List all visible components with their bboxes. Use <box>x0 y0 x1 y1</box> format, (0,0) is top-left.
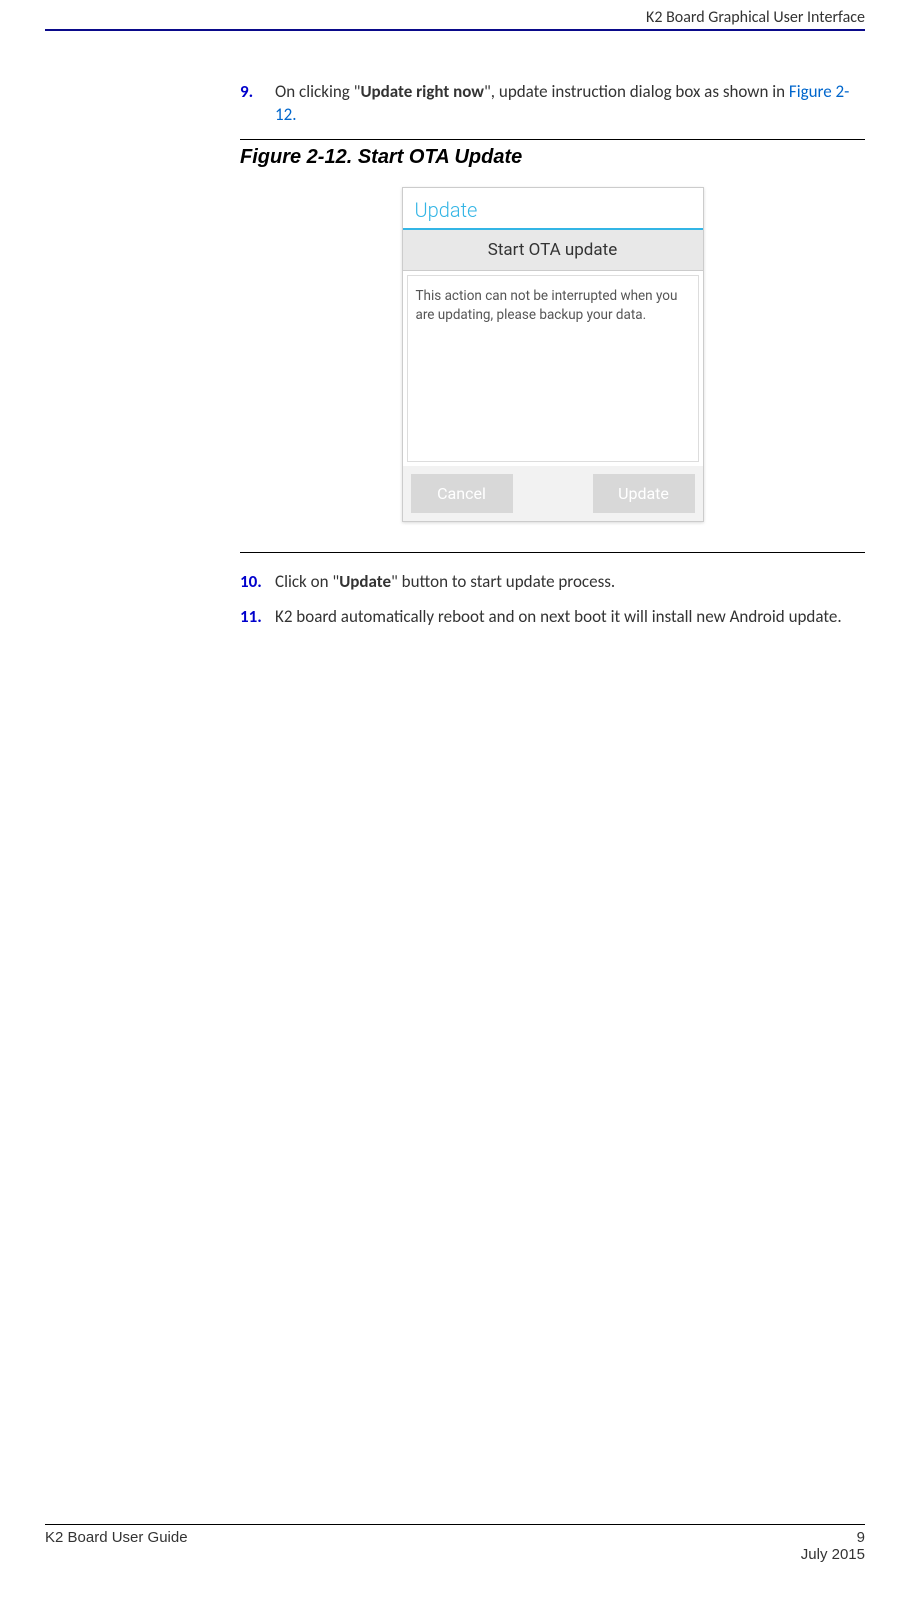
header-rule <box>45 29 865 31</box>
page-header: K2 Board Graphical User Interface <box>0 0 910 29</box>
screenshot-container: Update Start OTA update This action can … <box>240 187 865 522</box>
figure-rule-top <box>240 139 865 140</box>
figure-caption: Figure 2-12. Start OTA Update <box>240 146 865 169</box>
screenshot-dialog-body: This action can not be interrupted when … <box>407 275 699 462</box>
step-number: 10. <box>240 571 275 594</box>
step-text-part: On clicking " <box>275 81 360 102</box>
footer-rule <box>45 1524 865 1525</box>
cancel-button[interactable]: Cancel <box>411 474 513 513</box>
update-button[interactable]: Update <box>593 474 695 513</box>
footer-doc-title: K2 Board User Guide <box>45 1529 188 1563</box>
screenshot-app-header: Update <box>403 188 703 230</box>
figure-rule-bottom <box>240 552 865 553</box>
step-text-part: Click on " <box>275 571 339 592</box>
screenshot-app-title: Update <box>415 198 478 222</box>
step-9: 9. On clicking "Update right now", updat… <box>240 81 865 127</box>
step-text: K2 board automatically reboot and on nex… <box>275 606 842 629</box>
step-text: Click on "Update" button to start update… <box>275 571 615 594</box>
step-number: 11. <box>240 606 275 629</box>
step-text: On clicking "Update right now", update i… <box>275 81 865 127</box>
screenshot-dialog-body-text: This action can not be interrupted when … <box>416 288 678 324</box>
step-10: 10. Click on "Update" button to start up… <box>240 571 865 594</box>
screenshot-dialog: Start OTA update This action can not be … <box>403 230 703 521</box>
step-text-bold: Update right now <box>360 81 484 102</box>
screenshot-button-bar: Cancel Update <box>403 466 703 521</box>
footer-page-number: 9 <box>801 1529 865 1546</box>
page-footer: K2 Board User Guide 9 July 2015 <box>45 1524 865 1563</box>
footer-date: July 2015 <box>801 1546 865 1563</box>
content-area: 9. On clicking "Update right now", updat… <box>240 81 865 629</box>
step-text-part: " button to start update process. <box>391 571 615 592</box>
step-text-part: ", update instruction dialog box as show… <box>484 81 789 102</box>
step-text-bold: Update <box>339 571 391 592</box>
screenshot-dialog-titlebar: Start OTA update <box>403 230 703 271</box>
header-title: K2 Board Graphical User Interface <box>646 8 865 27</box>
ota-screenshot: Update Start OTA update This action can … <box>402 187 704 522</box>
screenshot-dialog-title: Start OTA update <box>488 240 617 260</box>
footer-right: 9 July 2015 <box>801 1529 865 1563</box>
step-number: 9. <box>240 81 275 127</box>
step-11: 11. K2 board automatically reboot and on… <box>240 606 865 629</box>
footer-row: K2 Board User Guide 9 July 2015 <box>45 1529 865 1563</box>
